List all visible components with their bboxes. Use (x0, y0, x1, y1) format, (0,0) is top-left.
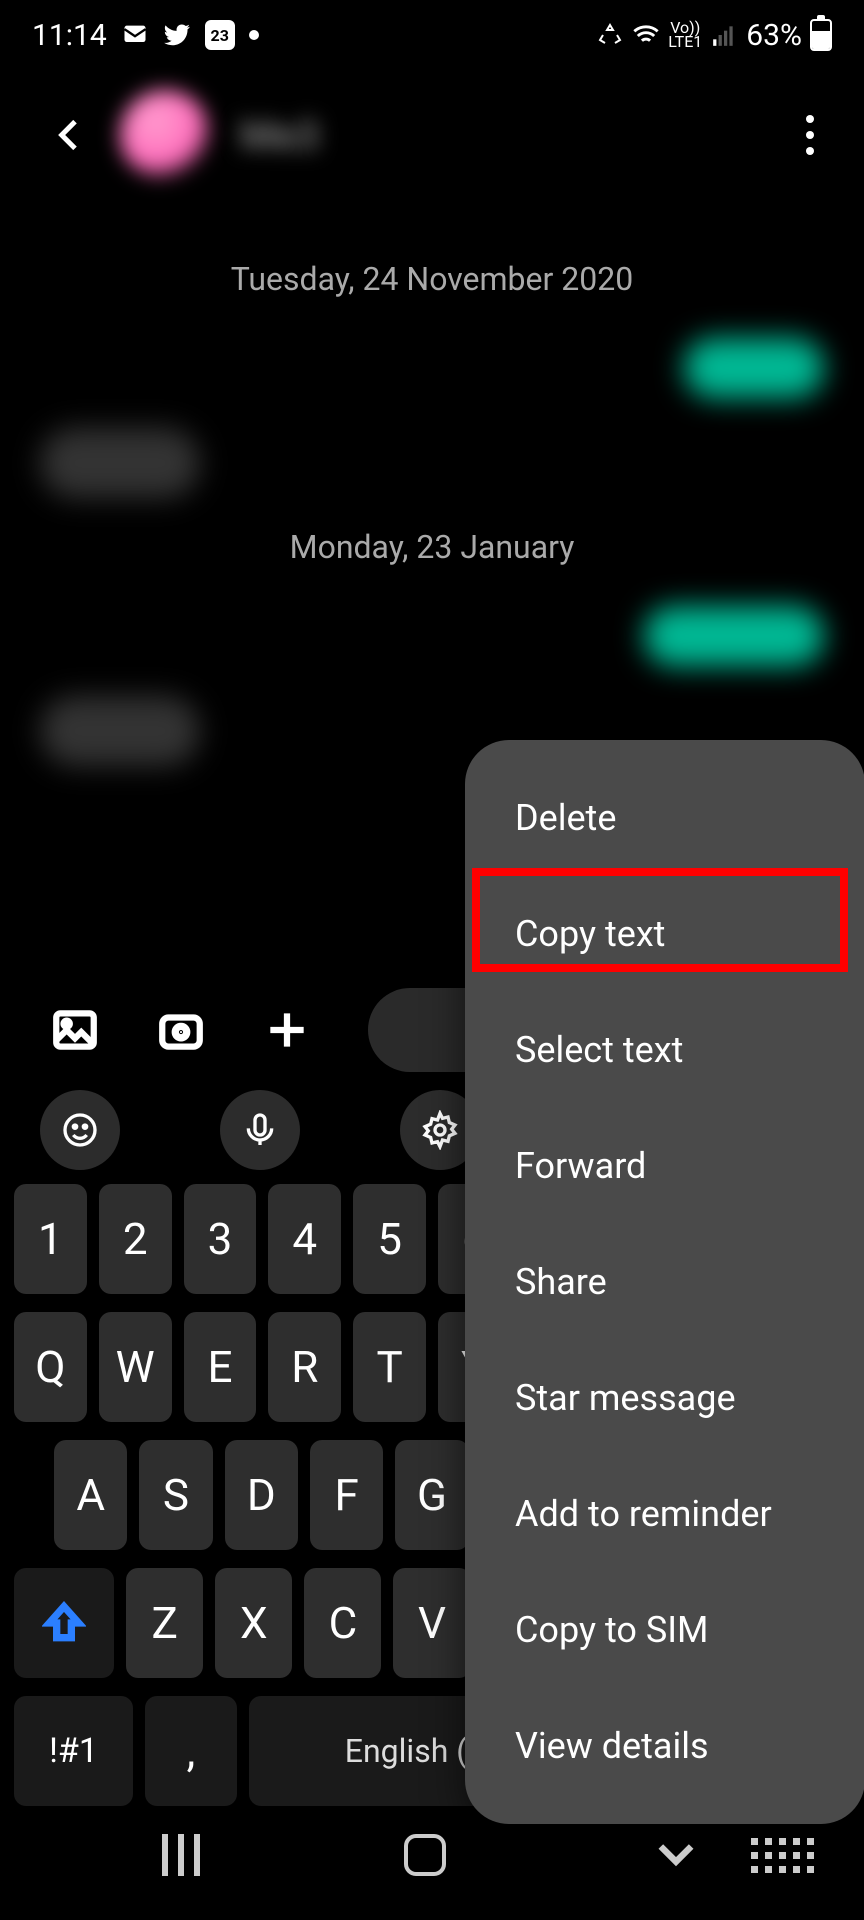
twitter-icon (163, 21, 191, 49)
key-5[interactable]: 5 (353, 1184, 426, 1294)
key-s[interactable]: S (139, 1440, 212, 1550)
message-bubble-received[interactable] (40, 428, 200, 498)
key-t[interactable]: T (353, 1312, 426, 1422)
key-v[interactable]: V (393, 1568, 470, 1678)
key-f[interactable]: F (310, 1440, 383, 1550)
date-separator: Monday, 23 January (40, 528, 824, 566)
menu-share[interactable]: Share (465, 1224, 864, 1340)
message-time (625, 641, 630, 666)
key-a[interactable]: A (54, 1440, 127, 1550)
battery-icon (810, 19, 832, 51)
message-list: Tuesday, 24 November 2020 Monday, 23 Jan… (0, 200, 864, 826)
mic-icon[interactable] (220, 1090, 300, 1170)
menu-delete[interactable]: Delete (465, 760, 864, 876)
messages-icon (121, 21, 149, 49)
status-time: 11:14 (32, 18, 107, 53)
network-label: Vo)) LTE1 (668, 21, 702, 50)
menu-copy-text[interactable]: Copy text (465, 876, 864, 992)
key-x[interactable]: X (215, 1568, 292, 1678)
plus-icon[interactable] (262, 1005, 312, 1055)
message-row-received[interactable] (40, 428, 824, 498)
contact-name[interactable]: Me3 (240, 112, 319, 159)
message-bubble-received[interactable] (40, 696, 200, 766)
calendar-icon: 23 (205, 20, 235, 50)
key-shift[interactable] (14, 1568, 114, 1678)
context-menu: Delete Copy text Select text Forward Sha… (465, 740, 864, 1824)
back-icon[interactable] (50, 115, 90, 155)
message-time (214, 473, 219, 498)
message-time (214, 741, 219, 766)
key-1[interactable]: 1 (14, 1184, 87, 1294)
menu-star-message[interactable]: Star message (465, 1340, 864, 1456)
key-w[interactable]: W (99, 1312, 172, 1422)
keyboard-switch-icon[interactable] (751, 1838, 814, 1873)
message-bubble-sent[interactable] (644, 606, 824, 666)
date-separator: Tuesday, 24 November 2020 (40, 260, 824, 298)
status-bar: 11:14 23 Vo)) LTE1 63% (0, 0, 864, 70)
message-row-sent[interactable] (40, 606, 824, 666)
message-bubble-sent[interactable] (684, 338, 824, 398)
key-d[interactable]: D (225, 1440, 298, 1550)
menu-forward[interactable]: Forward (465, 1108, 864, 1224)
key-e[interactable]: E (184, 1312, 257, 1422)
key-4[interactable]: 4 (268, 1184, 341, 1294)
gallery-icon[interactable] (50, 1005, 100, 1055)
system-nav-bar (0, 1790, 864, 1920)
key-q[interactable]: Q (14, 1312, 87, 1422)
key-z[interactable]: Z (126, 1568, 203, 1678)
signal-icon (710, 21, 738, 49)
camera-icon[interactable] (156, 1005, 206, 1055)
key-3[interactable]: 3 (184, 1184, 257, 1294)
menu-copy-to-sim[interactable]: Copy to SIM (465, 1572, 864, 1688)
key-c[interactable]: C (304, 1568, 381, 1678)
home-button[interactable] (404, 1834, 446, 1876)
key-r[interactable]: R (268, 1312, 341, 1422)
battery-percent: 63% (746, 18, 802, 53)
emoji-icon[interactable] (40, 1090, 120, 1170)
key-g[interactable]: G (395, 1440, 468, 1550)
message-row-sent[interactable] (40, 338, 824, 398)
conversation-header: Me3 (0, 70, 864, 200)
recents-button[interactable] (162, 1834, 200, 1876)
back-button[interactable] (650, 1827, 702, 1883)
menu-select-text[interactable]: Select text (465, 992, 864, 1108)
wifi-icon (632, 21, 660, 49)
key-2[interactable]: 2 (99, 1184, 172, 1294)
notification-dot-icon (249, 30, 259, 40)
recycle-icon (596, 21, 624, 49)
message-time (665, 373, 670, 398)
menu-add-to-reminder[interactable]: Add to reminder (465, 1456, 864, 1572)
more-options-icon[interactable] (796, 105, 824, 165)
menu-view-details[interactable]: View details (465, 1688, 864, 1804)
contact-avatar[interactable] (120, 90, 210, 180)
